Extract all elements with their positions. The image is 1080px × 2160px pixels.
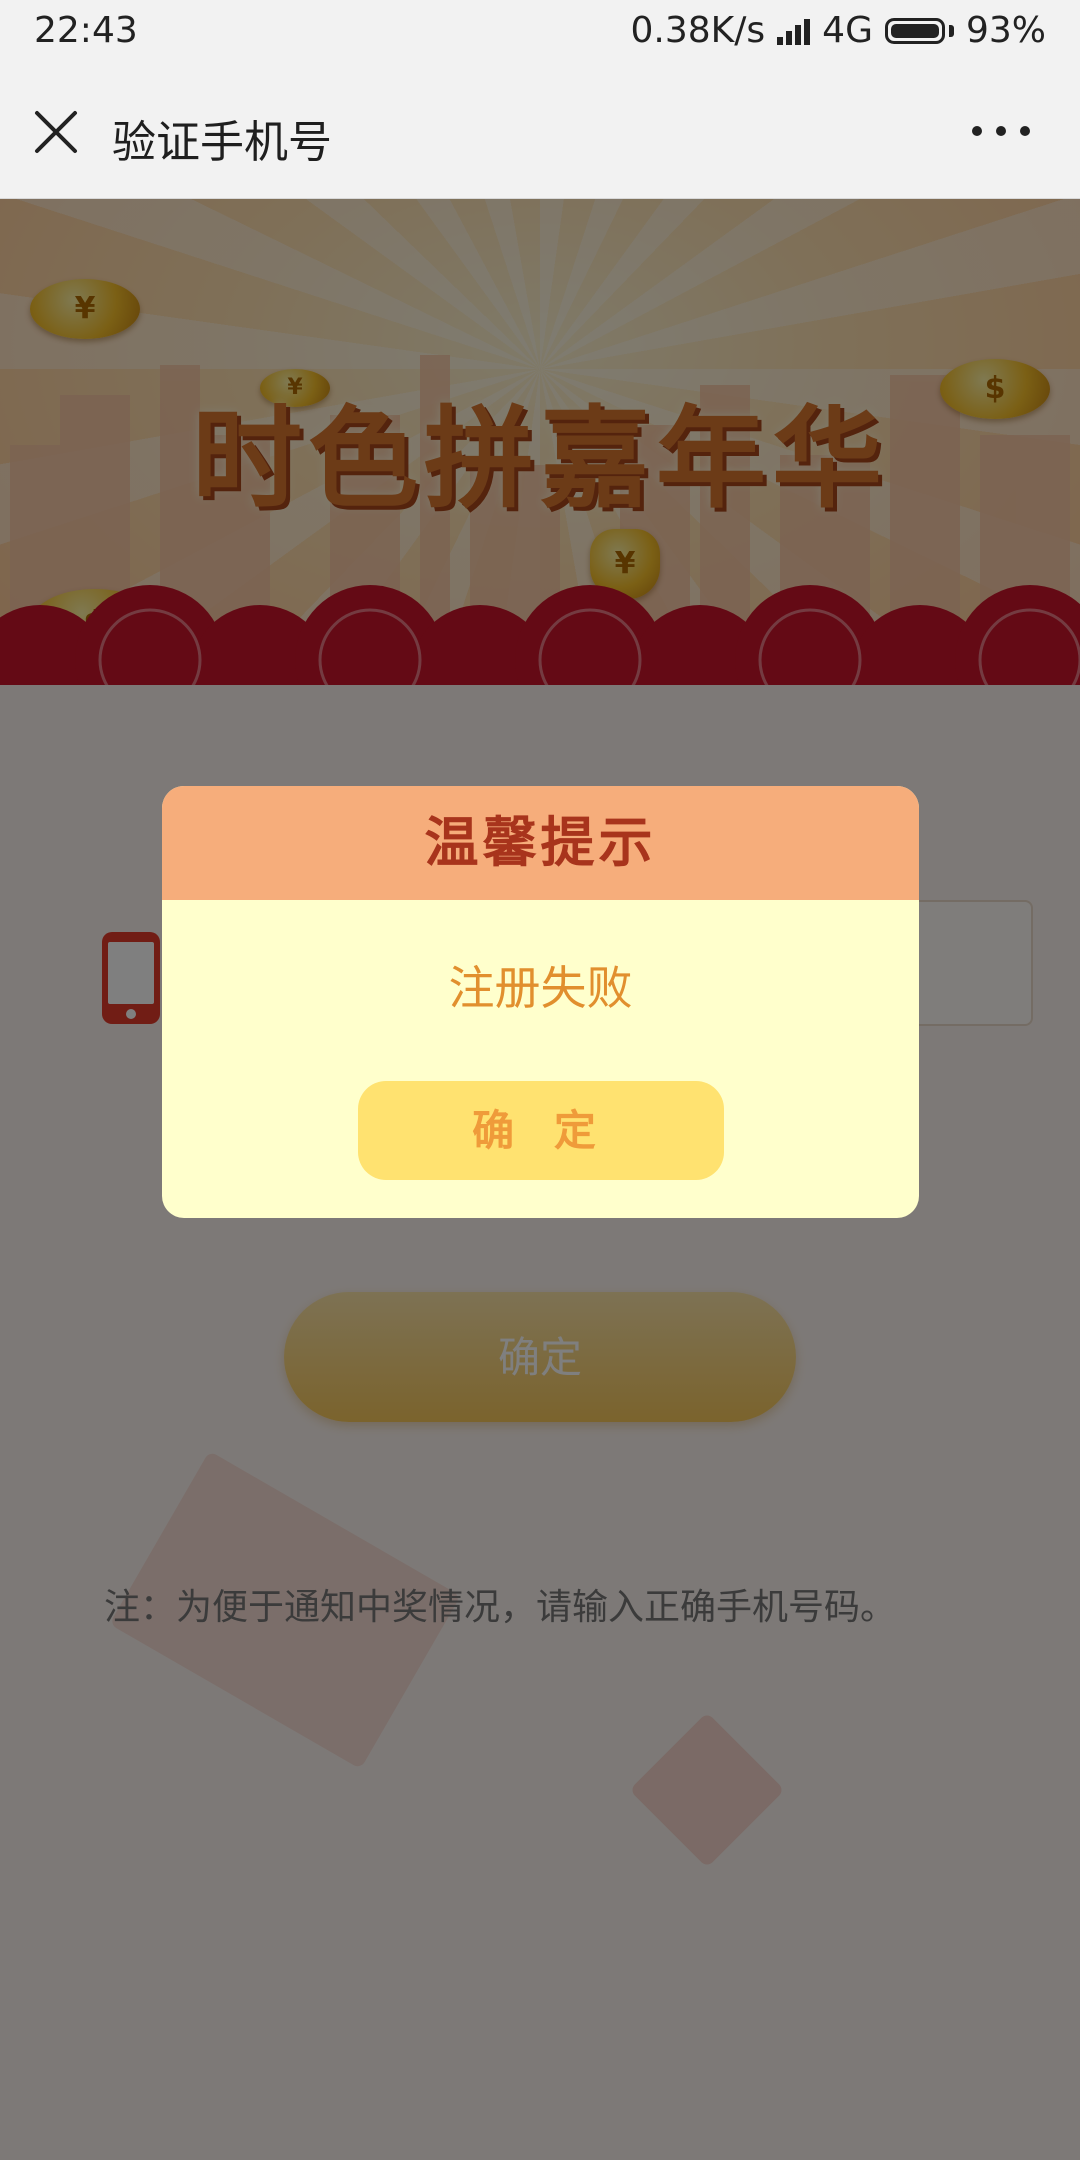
more-icon[interactable] — [972, 126, 1030, 136]
title-bar: 验证手机号 — [0, 68, 1080, 199]
status-time: 22:43 — [34, 10, 138, 51]
close-icon[interactable] — [34, 110, 78, 154]
dialog-title: 温馨提示 — [162, 786, 919, 900]
dialog-ok-button[interactable]: 确 定 — [358, 1081, 724, 1180]
page-title: 验证手机号 — [112, 117, 332, 168]
battery-level: 93% — [965, 10, 1046, 51]
alert-dialog: 温馨提示 注册失败 确 定 — [162, 786, 919, 1218]
dialog-message: 注册失败 — [448, 961, 633, 1015]
signal-icon — [777, 17, 811, 45]
battery-tip — [948, 24, 954, 37]
battery-icon — [884, 17, 945, 44]
status-right: 0.38K/s 4G 93% — [631, 10, 1046, 51]
status-bar: 22:43 0.38K/s 4G 93% — [0, 0, 1080, 68]
net-speed: 0.38K/s — [630, 10, 766, 51]
network-type: 4G — [822, 10, 873, 51]
